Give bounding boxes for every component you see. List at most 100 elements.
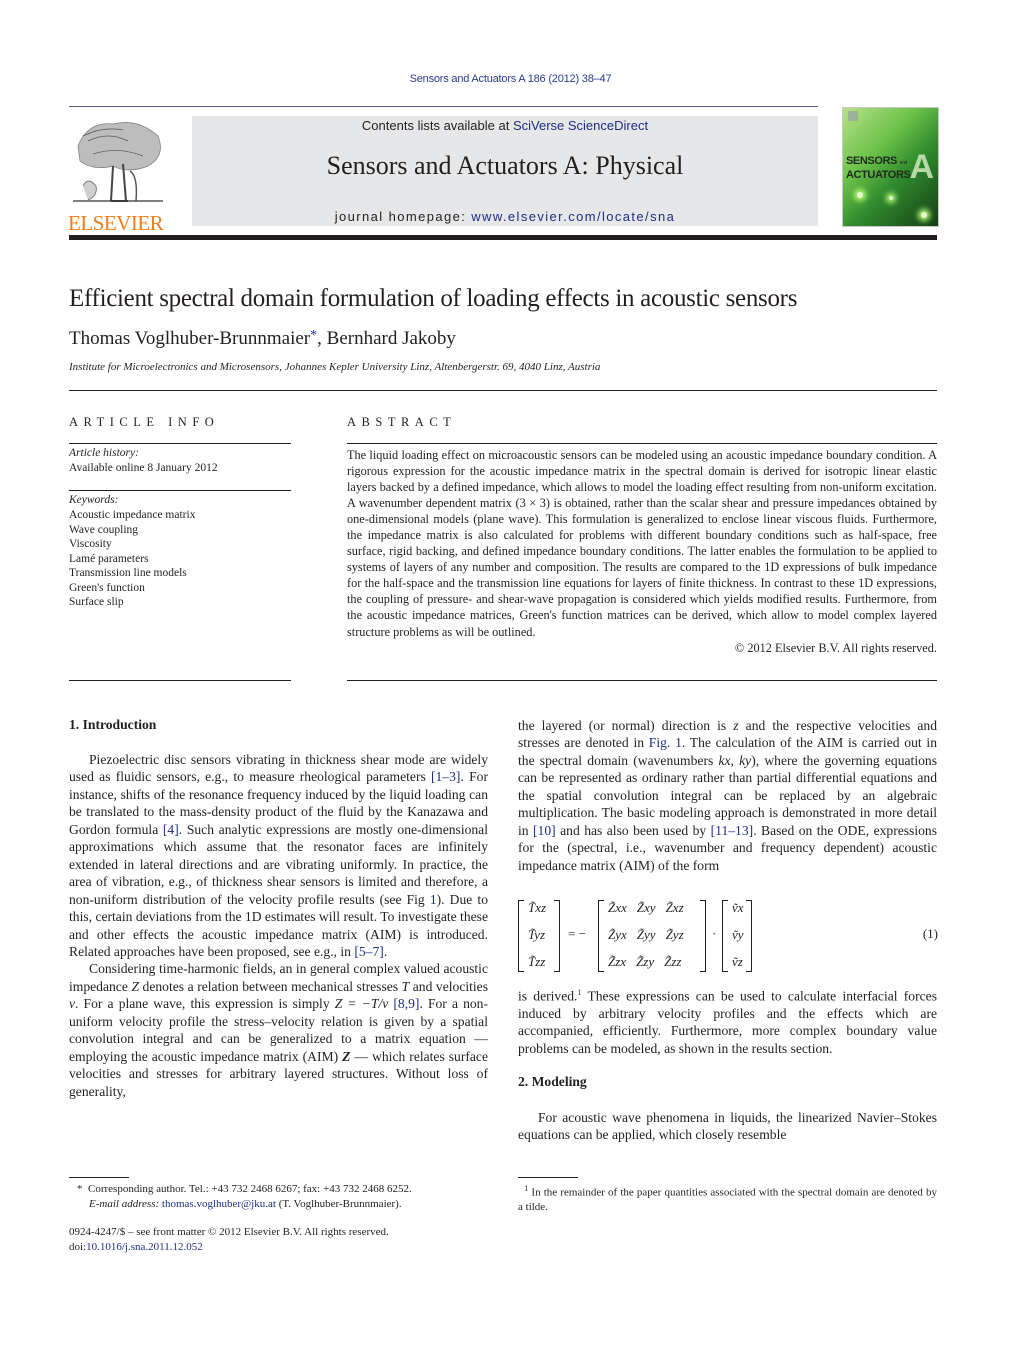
right-column-bottom: For acoustic wave phenomena in liquids, … bbox=[518, 1109, 937, 1144]
eq-cell: T̃xz bbox=[528, 900, 547, 915]
left-column: Piezoelectric disc sensors vibrating in … bbox=[69, 751, 488, 1100]
cover-letter: A bbox=[909, 148, 934, 186]
journal-cover-thumbnail[interactable]: A SENSORS and ACTUATORS bbox=[842, 107, 939, 227]
abstract-bottom-rule bbox=[347, 680, 937, 681]
cover-glow-dot bbox=[857, 192, 863, 198]
cover-glow-dot bbox=[889, 196, 893, 200]
citation-link[interactable]: [8,9] bbox=[393, 996, 419, 1011]
contents-line: Contents lists available at SciVerse Sci… bbox=[192, 118, 818, 133]
figure-link[interactable]: 1 bbox=[430, 892, 437, 907]
abstract-text: The liquid loading effect on microacoust… bbox=[347, 448, 937, 639]
cover-glow-dot bbox=[921, 212, 927, 218]
eq-matrix-row: Z̃yx Z̃yy Z̃yz bbox=[608, 927, 684, 943]
article-info-heading: ARTICLE INFO bbox=[69, 415, 220, 429]
eq-equals-minus: = − bbox=[568, 926, 586, 941]
journal-masthead: Contents lists available at SciVerse Sci… bbox=[192, 116, 818, 226]
homepage-line: journal homepage: www.elsevier.com/locat… bbox=[192, 209, 818, 224]
footnote-text: In the remainder of the paper quantities… bbox=[518, 1186, 937, 1214]
history-value: Available online 8 January 2012 bbox=[69, 462, 218, 474]
contents-prefix: Contents lists available at bbox=[361, 118, 513, 133]
text: and has also been used by bbox=[555, 822, 711, 838]
eq-cell: T̃zz bbox=[528, 954, 546, 969]
math-symbol: kx, ky bbox=[718, 752, 752, 768]
eq-matrix: Z̃xx Z̃xy Z̃xz Z̃yx Z̃yy Z̃yz Z̃zx Z̃zy Z̃zz bbox=[608, 900, 684, 970]
author-separator: , bbox=[317, 328, 327, 349]
paragraph: Piezoelectric disc sensors vibrating in … bbox=[69, 751, 488, 960]
text: and velocities bbox=[409, 978, 489, 994]
homepage-link[interactable]: www.elsevier.com/locate/sna bbox=[471, 209, 675, 224]
citation-link[interactable]: [5–7] bbox=[354, 944, 383, 959]
keywords-list: Acoustic impedance matrix Wave coupling … bbox=[69, 508, 195, 610]
eq-cell: Z̃zx bbox=[608, 954, 627, 969]
paragraph: is derived.1 These expressions can be us… bbox=[518, 984, 937, 1057]
citation-link[interactable]: [11–13] bbox=[711, 823, 754, 838]
elsevier-logo[interactable]: ELSEVIER bbox=[68, 116, 168, 234]
email-link[interactable]: thomas.voglhuber@jku.at bbox=[162, 1198, 276, 1210]
header-rule bbox=[69, 106, 818, 107]
text: denotes a relation between mechanical st… bbox=[139, 978, 402, 994]
eq-cell: ṽz bbox=[732, 954, 743, 969]
running-head[interactable]: Sensors and Actuators A 186 (2012) 38–47 bbox=[0, 73, 1021, 85]
doi-line: doi:10.1016/j.sna.2011.12.052 bbox=[69, 1240, 499, 1255]
article-info-rule bbox=[69, 443, 291, 444]
math-formula: Z = −T/v bbox=[334, 996, 389, 1012]
text: Piezoelectric disc sensors vibrating in … bbox=[69, 752, 488, 785]
text: These expressions can be used to calcula… bbox=[518, 988, 937, 1056]
cover-title-and: and bbox=[899, 160, 908, 166]
footnote-mark: 1 bbox=[524, 1184, 529, 1193]
author-2: Bernhard Jakoby bbox=[326, 328, 456, 349]
keyword: Lamé parameters bbox=[69, 552, 149, 565]
bracket-right bbox=[554, 900, 560, 972]
footnote-1: 1 In the remainder of the paper quantiti… bbox=[518, 1182, 937, 1215]
elsevier-wordmark: ELSEVIER bbox=[68, 211, 164, 235]
paragraph: Considering time-harmonic fields, an in … bbox=[69, 960, 488, 1100]
header-thick-rule bbox=[69, 235, 937, 240]
abstract-rule bbox=[347, 443, 937, 444]
eq-lhs-vector: T̃xz T̃yz T̃zz bbox=[528, 900, 546, 970]
history-label: Article history: bbox=[69, 447, 139, 459]
authors: Thomas Voglhuber-Brunnmaier*, Bernhard J… bbox=[69, 328, 456, 350]
keywords-label: Keywords: bbox=[69, 494, 119, 506]
eq-cell: Z̃yx bbox=[608, 927, 627, 942]
email-line: E-mail address: thomas.voglhuber@jku.at … bbox=[77, 1197, 497, 1212]
eq-cell: Z̃yz bbox=[665, 927, 684, 942]
bracket-right bbox=[700, 900, 706, 972]
article-info-bottom-rule bbox=[69, 680, 291, 681]
bracket-left bbox=[598, 900, 604, 972]
math-symbol: Z bbox=[131, 978, 139, 994]
text: . bbox=[383, 943, 388, 959]
eq-rhs-vector: ṽx ṽy ṽz bbox=[732, 900, 744, 970]
figure-link[interactable]: Fig. 1 bbox=[649, 735, 682, 750]
citation-link[interactable]: [10] bbox=[533, 823, 556, 838]
cover-title-line1: SENSORS bbox=[846, 155, 897, 167]
affiliation: Institute for Microelectronics and Micro… bbox=[69, 361, 601, 373]
eq-cell: Z̃yy bbox=[636, 927, 656, 942]
doi-link[interactable]: 10.1016/j.sna.2011.12.052 bbox=[86, 1241, 203, 1253]
right-column-mid: is derived.1 These expressions can be us… bbox=[518, 984, 937, 1057]
sciencedirect-link[interactable]: SciVerse ScienceDirect bbox=[513, 118, 648, 133]
elsevier-tree-icon bbox=[73, 122, 163, 202]
issn-block: 0924-4247/$ – see front matter © 2012 El… bbox=[69, 1225, 499, 1254]
keywords-rule bbox=[69, 490, 291, 491]
text: . For a plane wave, this expression is s… bbox=[75, 996, 335, 1012]
eq-matrix-row: Z̃zx Z̃zy Z̃zz bbox=[608, 954, 684, 970]
corresponding-author-footnote: * Corresponding author. Tel.: +43 732 24… bbox=[77, 1182, 497, 1211]
bracket-left bbox=[518, 900, 524, 972]
email-label: E-mail address: bbox=[89, 1197, 162, 1210]
eq-dot: · bbox=[712, 926, 717, 941]
eq-cell: T̃yz bbox=[528, 927, 546, 942]
cover-title-line2: ACTUATORS bbox=[846, 169, 911, 181]
citation-link[interactable]: [4] bbox=[163, 822, 179, 837]
footnote-rule bbox=[69, 1177, 129, 1178]
corr-text: Corresponding author. Tel.: +43 732 2468… bbox=[88, 1183, 412, 1195]
section-heading-introduction: 1. Introduction bbox=[69, 717, 157, 732]
section-heading-modeling: 2. Modeling bbox=[518, 1074, 587, 1089]
eq-cell: Z̃xz bbox=[665, 900, 684, 915]
text: is derived. bbox=[518, 988, 578, 1004]
abstract-heading: ABSTRACT bbox=[347, 415, 457, 429]
citation-link[interactable]: [1–3] bbox=[431, 769, 460, 784]
text: the layered (or normal) direction is bbox=[518, 718, 734, 733]
eq-matrix-row: Z̃xx Z̃xy Z̃xz bbox=[608, 900, 684, 916]
abstract-copyright: © 2012 Elsevier B.V. All rights reserved… bbox=[734, 640, 937, 655]
corr-mark: * bbox=[77, 1183, 83, 1195]
